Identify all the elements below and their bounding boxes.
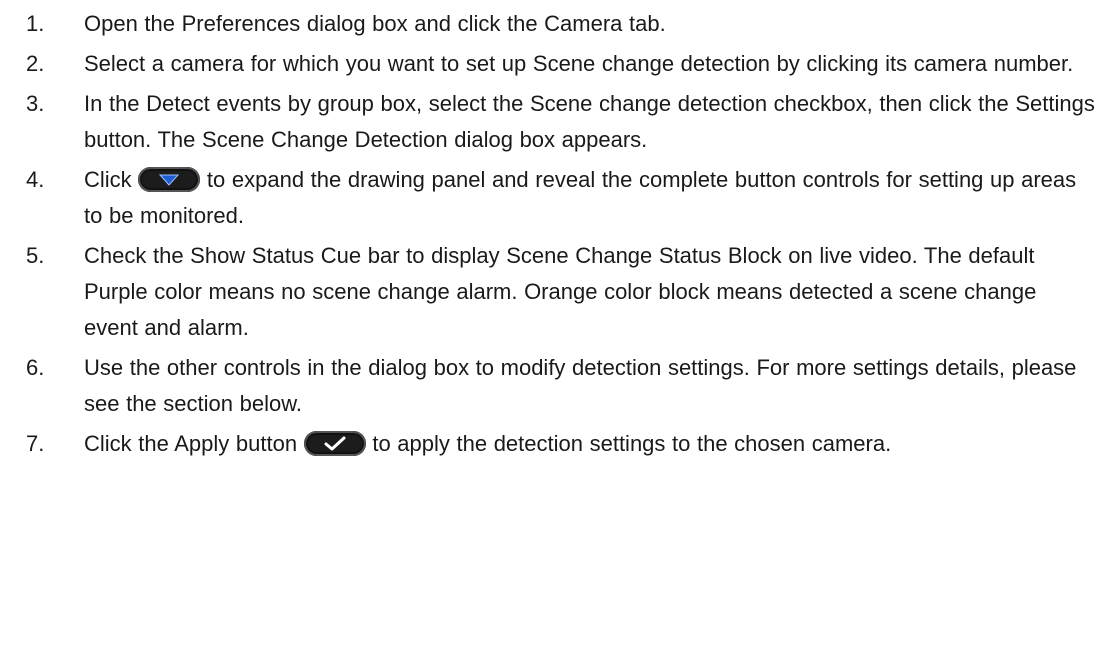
expand-down-icon bbox=[138, 167, 201, 192]
step-text: Click to expand the drawing panel and re… bbox=[84, 162, 1104, 234]
instruction-steps: 1. Open the Preferences dialog box and c… bbox=[0, 6, 1104, 466]
step-7: 7. Click the Apply button to apply the d… bbox=[0, 426, 1104, 462]
step-text-before: Click the Apply button bbox=[84, 431, 298, 456]
step-number: 4. bbox=[26, 167, 45, 192]
apply-check-icon bbox=[303, 431, 366, 456]
step-text-after: to apply the detection settings to the c… bbox=[372, 431, 892, 456]
step-number: 1. bbox=[26, 11, 45, 36]
step-number: 6. bbox=[26, 355, 45, 380]
step-text: Check the Show Status Cue bar to display… bbox=[84, 243, 1037, 340]
step-text: Use the other controls in the dialog box… bbox=[84, 355, 1077, 416]
step-4: 4. Click to expand the drawing panel and… bbox=[0, 162, 1104, 234]
step-text-after: to expand the drawing panel and reveal t… bbox=[84, 167, 1077, 228]
step-number: 5. bbox=[26, 243, 45, 268]
step-text: In the Detect events by group box, selec… bbox=[84, 91, 1095, 152]
step-3: 3. In the Detect events by group box, se… bbox=[0, 86, 1104, 158]
step-number: 2. bbox=[26, 51, 45, 76]
step-5: 5. Check the Show Status Cue bar to disp… bbox=[0, 238, 1104, 346]
step-6: 6. Use the other controls in the dialog … bbox=[0, 350, 1104, 422]
step-number: 7. bbox=[26, 431, 45, 456]
step-text: Open the Preferences dialog box and clic… bbox=[84, 11, 666, 36]
step-2: 2. Select a camera for which you want to… bbox=[0, 46, 1104, 82]
step-text: Select a camera for which you want to se… bbox=[84, 51, 1074, 76]
step-text: Click the Apply button to apply the dete… bbox=[84, 426, 1104, 462]
step-number: 3. bbox=[26, 91, 45, 116]
step-text-before: Click bbox=[84, 167, 132, 192]
step-1: 1. Open the Preferences dialog box and c… bbox=[0, 6, 1104, 42]
